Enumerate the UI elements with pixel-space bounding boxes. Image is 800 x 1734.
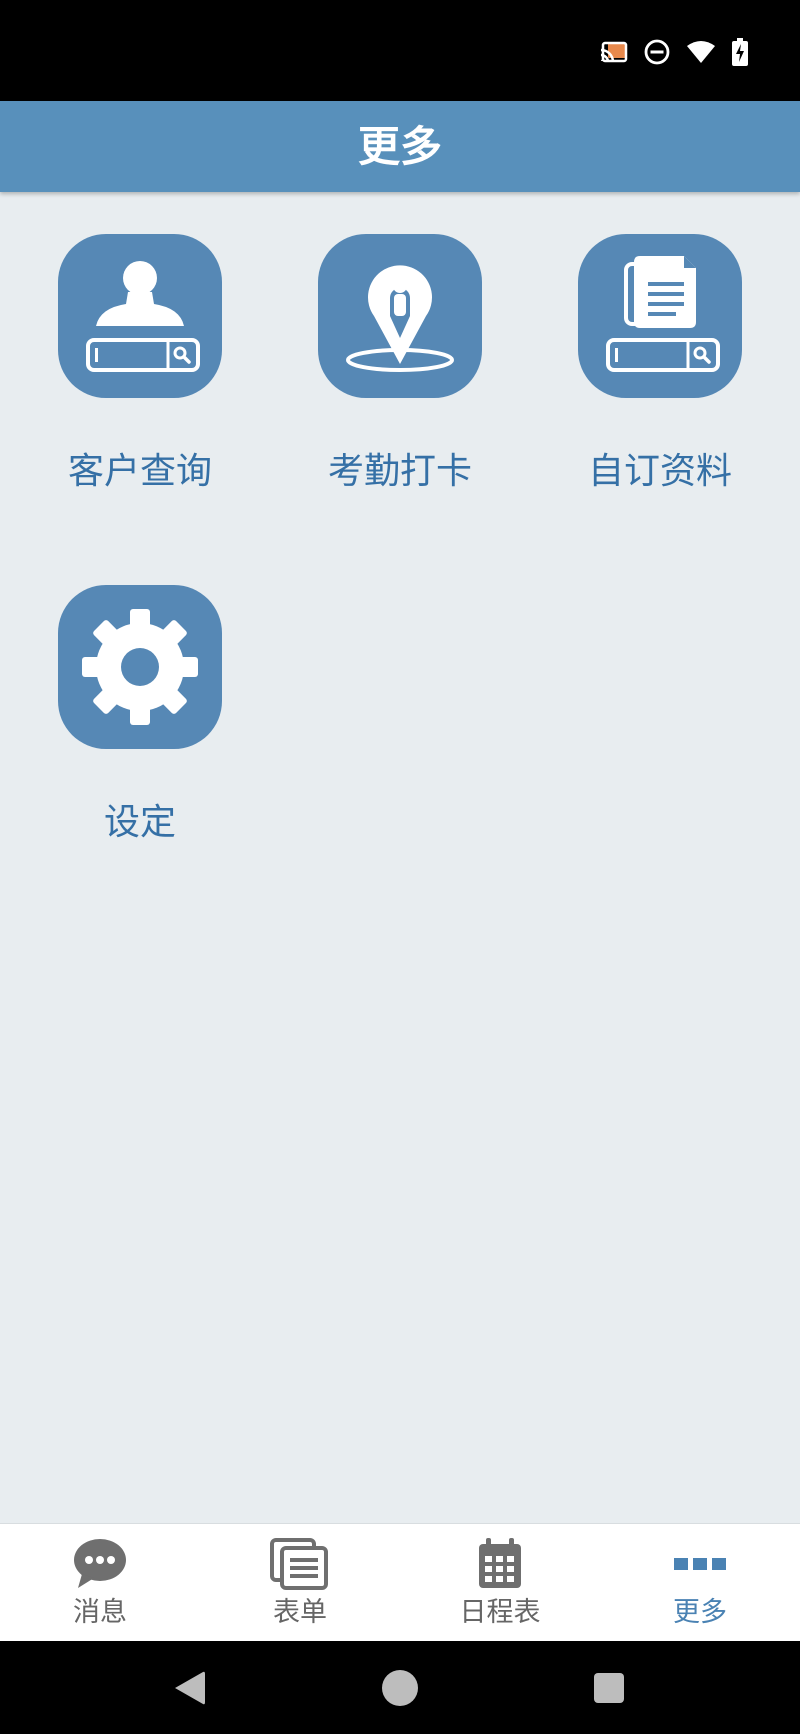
form-icon [270, 1538, 330, 1590]
back-icon[interactable] [165, 1663, 215, 1713]
customer-search-icon [58, 234, 222, 398]
nav-item-forms[interactable]: 表单 [200, 1524, 400, 1642]
nav-item-messages[interactable]: 消息 [0, 1524, 200, 1642]
status-icons [600, 38, 748, 66]
gear-icon [58, 585, 222, 749]
nav-label-more: 更多 [673, 1597, 727, 1628]
tile-label-custom-data: 自订资料 [587, 451, 732, 492]
tile-custom-data[interactable]: 自订资料 [578, 234, 800, 534]
do-not-disturb-icon [644, 39, 670, 65]
calendar-icon [470, 1538, 530, 1590]
nav-item-schedule[interactable]: 日程表 [400, 1524, 600, 1642]
page-title: 更多 [357, 122, 442, 171]
wifi-icon [686, 40, 716, 64]
nav-label-forms: 表单 [273, 1597, 327, 1628]
nav-label-schedule: 日程表 [459, 1597, 541, 1628]
recents-icon[interactable] [584, 1663, 634, 1713]
tile-label-settings: 设定 [103, 802, 176, 843]
tile-label-attendance: 考勤打卡 [327, 451, 472, 492]
app-bar: 更多 [0, 101, 800, 192]
more-icon [670, 1538, 730, 1590]
chat-bubble-icon [70, 1538, 130, 1590]
tile-label-customer-search: 客户查询 [67, 451, 212, 492]
document-search-icon [578, 234, 742, 398]
bottom-nav: 消息 表单 日程表 更多 [0, 1523, 800, 1642]
nav-item-more[interactable]: 更多 [600, 1524, 800, 1642]
battery-charging-icon [732, 38, 748, 66]
tile-settings[interactable]: 设定 [58, 585, 318, 885]
cast-icon [600, 40, 628, 64]
location-pin-icon [318, 234, 482, 398]
status-bar [0, 0, 800, 101]
home-icon[interactable] [375, 1663, 425, 1713]
nav-label-messages: 消息 [73, 1597, 127, 1628]
system-nav-bar [0, 1641, 800, 1734]
